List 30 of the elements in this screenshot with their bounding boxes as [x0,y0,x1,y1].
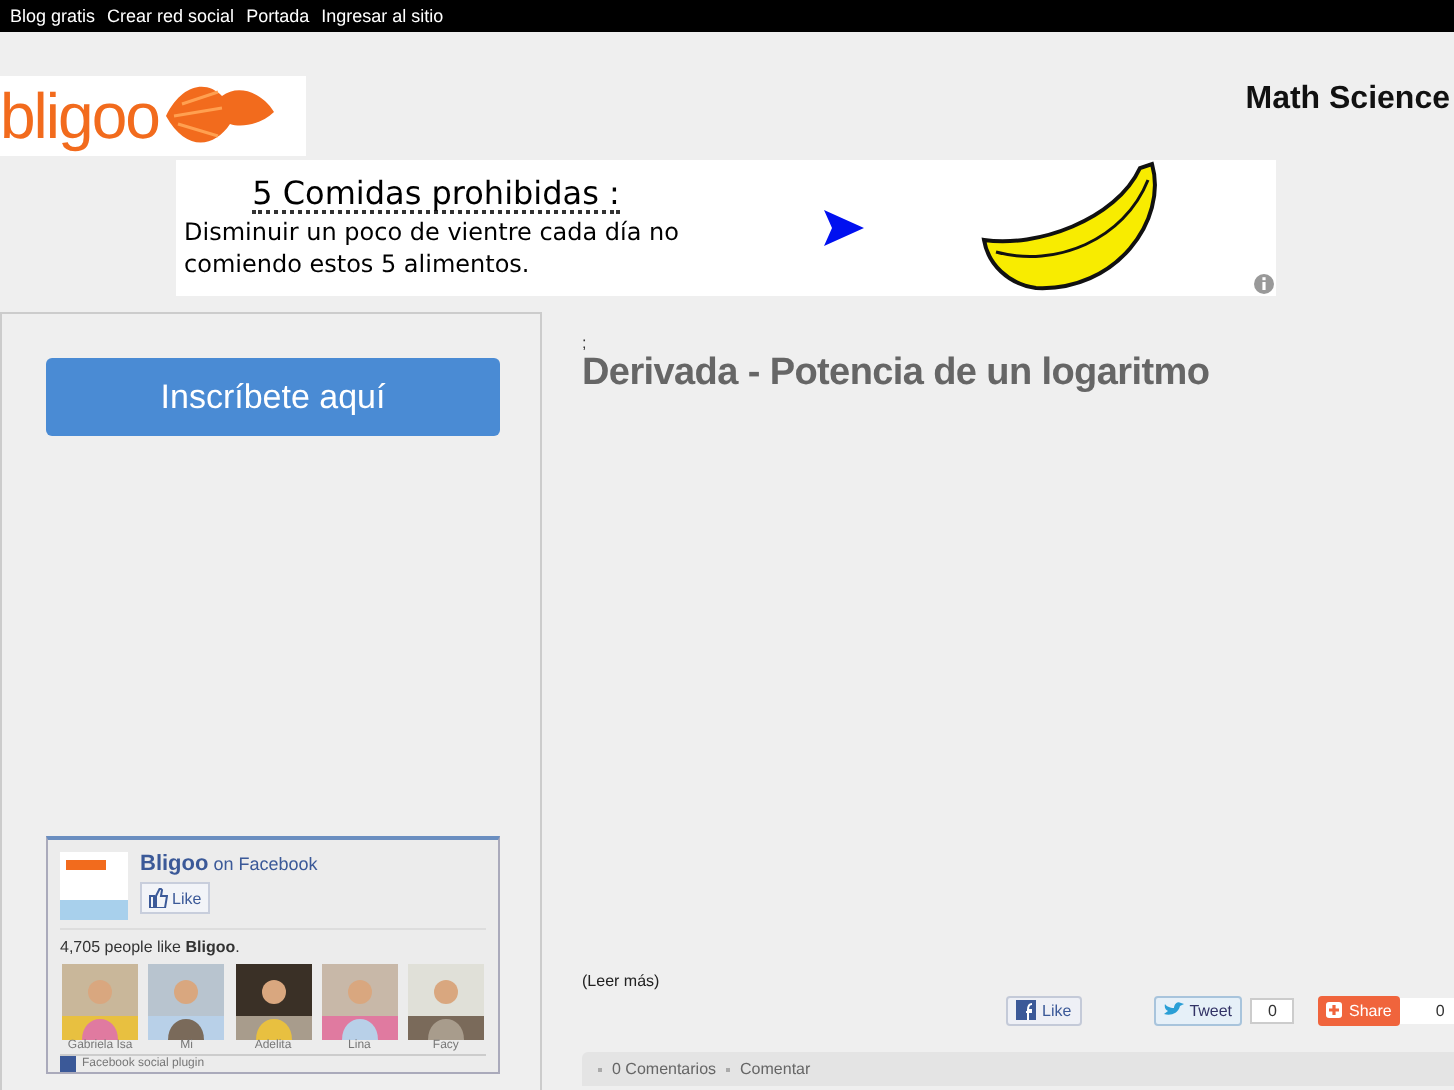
info-icon[interactable] [1252,272,1276,296]
ad-banner[interactable]: 5 Comidas prohibidas : Disminuir un poco de vientre cada día no comiendo estos 5 alimentos. [176,160,1276,296]
share-button[interactable]: Share [1318,995,1400,1025]
signup-button[interactable]: Inscríbete aquí [46,358,500,436]
nav-link[interactable]: Portada [246,6,310,26]
page-suffix: on Facebook [213,854,318,874]
like-count: 4,705 people like Bligoo. [60,938,242,956]
tweet-count: 0 [1250,997,1295,1023]
bird-icon [1163,1002,1184,1018]
facebook-like-button[interactable]: Like [1006,995,1082,1025]
like-button[interactable]: Like [140,882,210,914]
site-logo[interactable]: bligoo [0,76,306,156]
plus-icon [1326,1002,1343,1018]
site-title: Math Science [1245,82,1450,118]
comment-link[interactable]: Comentar [740,1060,811,1078]
play-icon [824,210,864,246]
nav-link[interactable]: Ingresar al sitio [321,6,444,26]
page-link[interactable]: Bligoo [140,852,209,876]
nav-link[interactable]: Crear red social [107,6,235,26]
post-title[interactable]: Derivada - Potencia de un logaritmo [582,352,1454,396]
ad-text: Disminuir un poco de vientre cada día no comiendo estos 5 alimentos. [184,218,681,281]
post-mark: ; [582,336,589,352]
nav-link[interactable]: Blog gratis [10,6,96,26]
page-thumbnail [60,852,128,920]
share-count: 0 [1399,997,1454,1023]
read-more-link[interactable]: (Leer más) [582,972,1454,990]
comments-link[interactable]: 0 Comentarios [612,1060,717,1078]
ad-headline: 5 Comidas prohibidas : [252,175,620,215]
tweet-button[interactable]: Tweet [1153,995,1243,1025]
thumbs-up-icon [148,888,168,908]
